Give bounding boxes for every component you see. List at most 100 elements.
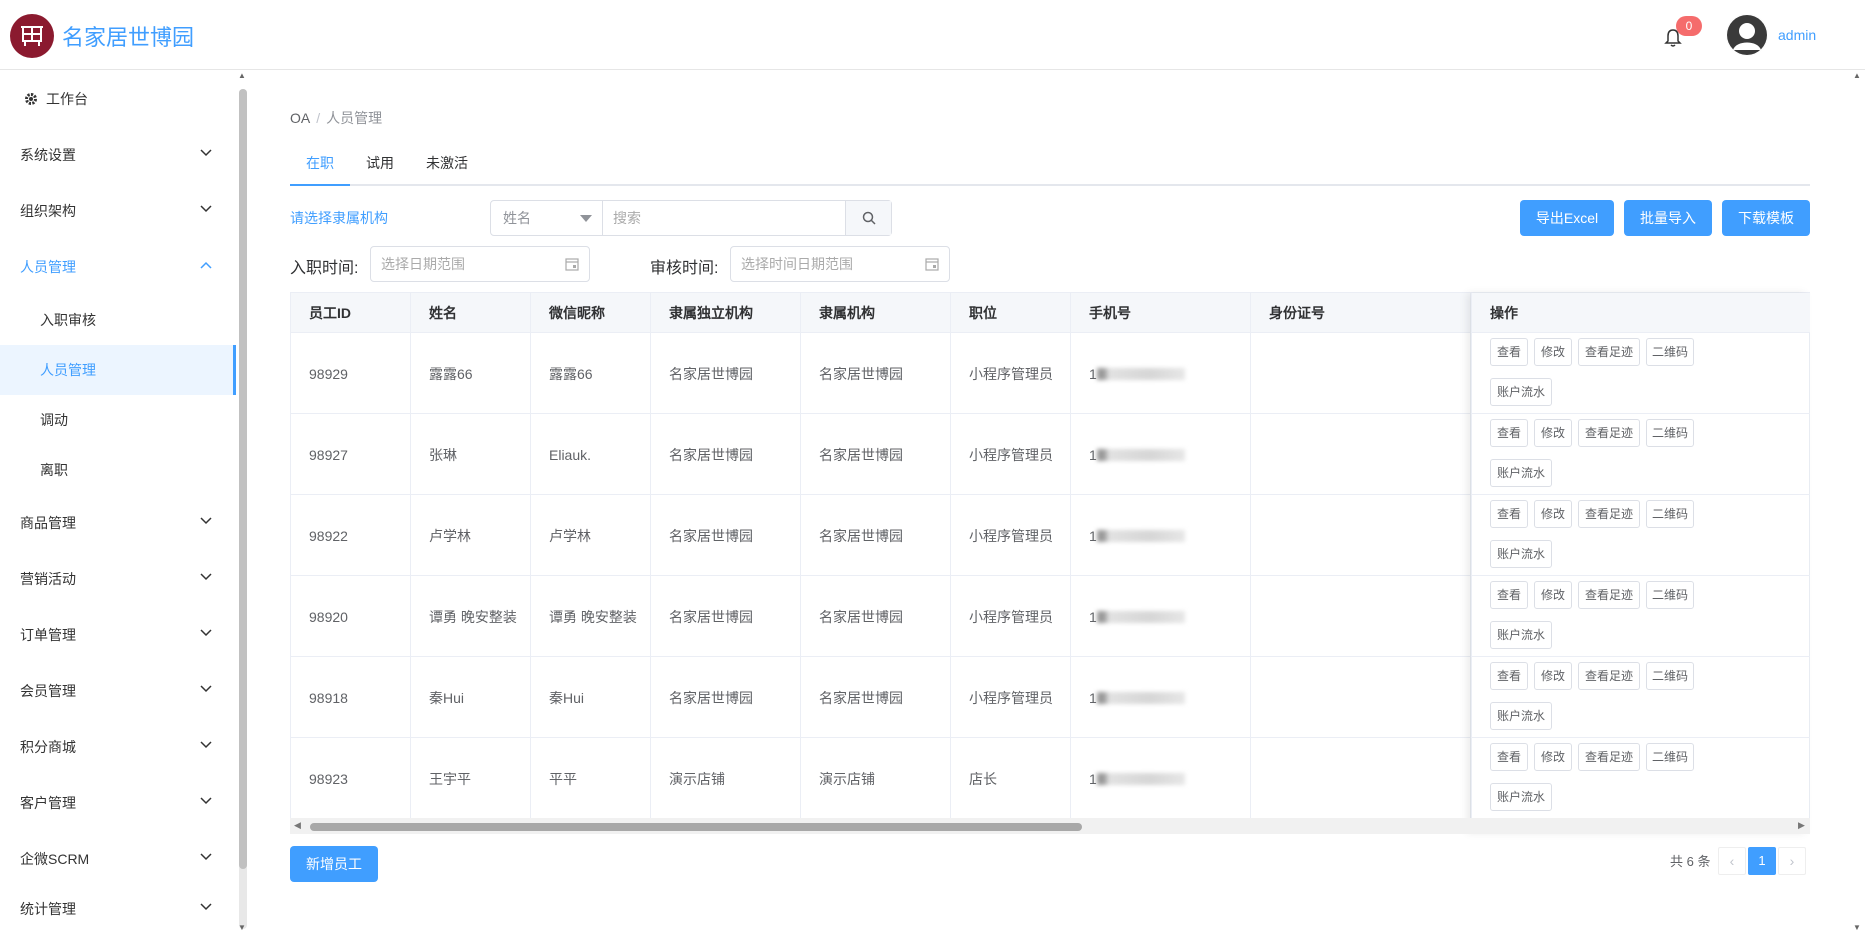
tab-inactive[interactable]: 未激活: [426, 148, 468, 186]
export-excel-button[interactable]: 导出Excel: [1520, 200, 1614, 236]
tab-active-employees[interactable]: 在职: [290, 148, 350, 186]
scrollbar-thumb[interactable]: [239, 89, 247, 869]
scroll-up-icon[interactable]: ▲: [1853, 71, 1861, 80]
date-range-placeholder: 选择日期范围: [381, 256, 465, 272]
add-employee-button[interactable]: 新增员工: [290, 846, 378, 882]
edit-button[interactable]: 修改: [1534, 419, 1572, 447]
cell-text: 名家居世博园: [819, 689, 903, 706]
qrcode-button[interactable]: 二维码: [1646, 338, 1694, 366]
scroll-left-icon[interactable]: ◀: [294, 820, 301, 831]
cell-text: 卢学林: [429, 527, 471, 544]
view-footprint-button[interactable]: 查看足迹: [1578, 743, 1640, 771]
sidebar-item-orders[interactable]: 订单管理: [0, 607, 236, 663]
review-date-range-input[interactable]: 选择时间日期范围: [730, 246, 950, 282]
pagination-next-button[interactable]: ›: [1778, 847, 1806, 875]
sidebar-item-products[interactable]: 商品管理: [0, 495, 236, 551]
breadcrumb-root[interactable]: OA: [290, 110, 310, 126]
caret-down-icon: [580, 215, 592, 222]
view-button[interactable]: 查看: [1490, 581, 1528, 609]
account-flow-button[interactable]: 账户流水: [1490, 783, 1552, 811]
search-button[interactable]: [845, 201, 891, 235]
sidebar-subitem-transfer[interactable]: 调动: [0, 395, 236, 445]
search-input[interactable]: [603, 201, 845, 235]
edit-button[interactable]: 修改: [1534, 500, 1572, 528]
table-cell-org-independent: 名家居世博园: [651, 657, 801, 738]
scroll-right-icon[interactable]: ▶: [1798, 820, 1805, 831]
cell-text: 名家居世博园: [669, 527, 753, 544]
pagination-prev-button[interactable]: ‹: [1718, 847, 1746, 875]
table-cell-position: 店长: [951, 738, 1071, 819]
qrcode-button[interactable]: 二维码: [1646, 743, 1694, 771]
sidebar-item-workbench[interactable]: 工作台: [24, 89, 88, 109]
brand-logo[interactable]: [10, 14, 54, 58]
sidebar-item-customers[interactable]: 客户管理: [0, 775, 236, 831]
scroll-down-icon[interactable]: ▼: [238, 923, 246, 932]
table-cell-id: 98922: [291, 495, 411, 576]
table-cell-position: 小程序管理员: [951, 576, 1071, 657]
account-flow-button[interactable]: 账户流水: [1490, 459, 1552, 487]
view-button[interactable]: 查看: [1490, 500, 1528, 528]
account-flow-button[interactable]: 账户流水: [1490, 702, 1552, 730]
brand-name[interactable]: 名家居世博园: [62, 20, 194, 52]
cell-text: 1: [1089, 365, 1097, 382]
scroll-up-icon[interactable]: ▲: [238, 71, 246, 80]
view-footprint-button[interactable]: 查看足迹: [1578, 338, 1640, 366]
sidebar-item-statistics[interactable]: 统计管理: [0, 881, 236, 937]
view-button[interactable]: 查看: [1490, 743, 1528, 771]
view-footprint-button[interactable]: 查看足迹: [1578, 419, 1640, 447]
table-horizontal-scrollbar[interactable]: ◀ ▶: [290, 818, 1810, 834]
view-button[interactable]: 查看: [1490, 662, 1528, 690]
scroll-down-icon[interactable]: ▼: [1853, 923, 1861, 932]
table-cell-wechat: Eliauk.: [531, 414, 651, 495]
sidebar-subitem-resignation[interactable]: 离职: [0, 445, 236, 495]
sidebar-item-members[interactable]: 会员管理: [0, 663, 236, 719]
calendar-icon: [565, 258, 579, 271]
sidebar-item-scrm[interactable]: 企微SCRM: [0, 831, 236, 887]
breadcrumb: OA / 人员管理: [290, 108, 382, 128]
qrcode-button[interactable]: 二维码: [1646, 581, 1694, 609]
tab-probation[interactable]: 试用: [366, 148, 394, 186]
sidebar-item-points-mall[interactable]: 积分商城: [0, 719, 236, 775]
edit-button[interactable]: 修改: [1534, 581, 1572, 609]
search-field-select[interactable]: 姓名: [491, 201, 603, 235]
view-footprint-button[interactable]: 查看足迹: [1578, 581, 1640, 609]
page-scrollbar[interactable]: ▲ ▼: [1850, 71, 1865, 937]
view-footprint-button[interactable]: 查看足迹: [1578, 662, 1640, 690]
pagination-page-1[interactable]: 1: [1748, 847, 1776, 875]
view-footprint-button[interactable]: 查看足迹: [1578, 500, 1640, 528]
sidebar-item-system-settings[interactable]: 系统设置: [0, 127, 236, 183]
table-cell-org: 名家居世博园: [801, 414, 951, 495]
sidebar-item-marketing[interactable]: 营销活动: [0, 551, 236, 607]
status-tabs: 在职 试用 未激活: [290, 148, 1810, 186]
download-template-button[interactable]: 下载模板: [1722, 200, 1810, 236]
edit-button[interactable]: 修改: [1534, 338, 1572, 366]
username[interactable]: admin: [1778, 27, 1816, 43]
sidebar-item-organization[interactable]: 组织架构: [0, 183, 236, 239]
qrcode-button[interactable]: 二维码: [1646, 419, 1694, 447]
qrcode-button[interactable]: 二维码: [1646, 662, 1694, 690]
sidebar-subitem-onboarding-review[interactable]: 入职审核: [0, 295, 236, 345]
view-button[interactable]: 查看: [1490, 338, 1528, 366]
view-button[interactable]: 查看: [1490, 419, 1528, 447]
avatar[interactable]: [1726, 14, 1768, 56]
sidebar-item-label: 组织架构: [20, 203, 76, 219]
calendar-icon: [925, 258, 939, 271]
account-flow-button[interactable]: 账户流水: [1490, 378, 1552, 406]
hire-date-range-input[interactable]: 选择日期范围: [370, 246, 590, 282]
table-cell-org-independent: 名家居世博园: [651, 576, 801, 657]
qrcode-button[interactable]: 二维码: [1646, 500, 1694, 528]
sidebar-item-personnel[interactable]: 人员管理: [0, 239, 236, 295]
scrollbar-thumb[interactable]: [310, 823, 1082, 831]
account-flow-button[interactable]: 账户流水: [1490, 621, 1552, 649]
sidebar-scrollbar[interactable]: ▲ ▼: [237, 71, 249, 937]
org-select-link[interactable]: 请选择隶属机构: [290, 208, 388, 228]
chevron-down-icon: [200, 517, 212, 525]
edit-button[interactable]: 修改: [1534, 743, 1572, 771]
cell-text: 平平: [549, 770, 577, 787]
table-cell-id: 98929: [291, 333, 411, 414]
edit-button[interactable]: 修改: [1534, 662, 1572, 690]
batch-import-button[interactable]: 批量导入: [1624, 200, 1712, 236]
account-flow-button[interactable]: 账户流水: [1490, 540, 1552, 568]
table-cell-wechat: 露露66: [531, 333, 651, 414]
sidebar-subitem-personnel[interactable]: 人员管理: [0, 345, 236, 395]
